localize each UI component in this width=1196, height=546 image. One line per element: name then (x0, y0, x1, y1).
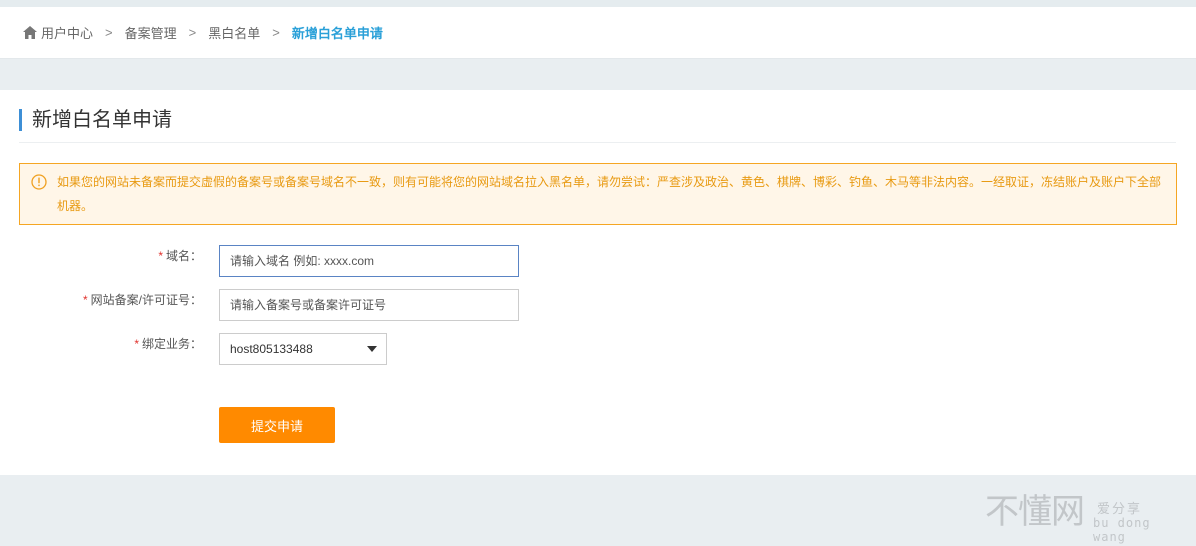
required-mark: * (82, 293, 88, 307)
warning-notice: 如果您的网站未备案而提交虚假的备案号或备案号域名不一致，则有可能将您的网站域名拉… (19, 163, 1177, 225)
watermark-main-text: 不懂网 (985, 492, 1085, 532)
chevron-down-icon (367, 346, 377, 352)
submit-button[interactable]: 提交申请 (219, 407, 335, 443)
breadcrumb-black-white-list[interactable]: 黑白名单 (208, 23, 260, 42)
domain-input[interactable] (219, 245, 519, 277)
top-strip (0, 0, 1196, 7)
home-icon[interactable] (23, 26, 37, 39)
breadcrumb-filing-management[interactable]: 备案管理 (125, 23, 177, 42)
license-input[interactable] (219, 289, 519, 321)
breadcrumb-separator: > (105, 25, 113, 40)
service-selected-value: host805133488 (230, 342, 313, 356)
service-select[interactable]: host805133488 (219, 333, 387, 365)
title-accent-bar (19, 109, 22, 131)
page-title: 新增白名单申请 (32, 109, 172, 131)
info-warning-icon (31, 174, 47, 190)
breadcrumb-separator: > (272, 25, 280, 40)
required-mark: * (134, 337, 139, 351)
watermark-logo: 不懂网 爱分享 bu dong wang (985, 492, 1190, 544)
page-header: 新增白名单申请 (19, 109, 1176, 143)
required-mark: * (158, 249, 163, 263)
main-panel: 新增白名单申请 如果您的网站未备案而提交虚假的备案号或备案号域名不一致，则有可能… (0, 90, 1196, 475)
watermark-pinyin: bu dong wang (1093, 516, 1151, 544)
license-label: * 网站备案/许可证号： (82, 293, 202, 307)
breadcrumb-separator: > (188, 25, 197, 40)
breadcrumb-user-center[interactable]: 用户中心 (41, 23, 93, 42)
watermark-slogan: 爱分享 (1097, 501, 1143, 516)
domain-label: * 域名： (158, 249, 202, 263)
notice-text: 如果您的网站未备案而提交虚假的备案号或备案号域名不一致，则有可能将您的网站域名拉… (57, 175, 1162, 213)
breadcrumb: 用户中心 > 备案管理 > 黑白名单 > 新增白名单申请 (0, 7, 1196, 59)
breadcrumb-current: 新增白名单申请 (291, 26, 383, 41)
service-label: * 绑定业务： (134, 337, 202, 351)
